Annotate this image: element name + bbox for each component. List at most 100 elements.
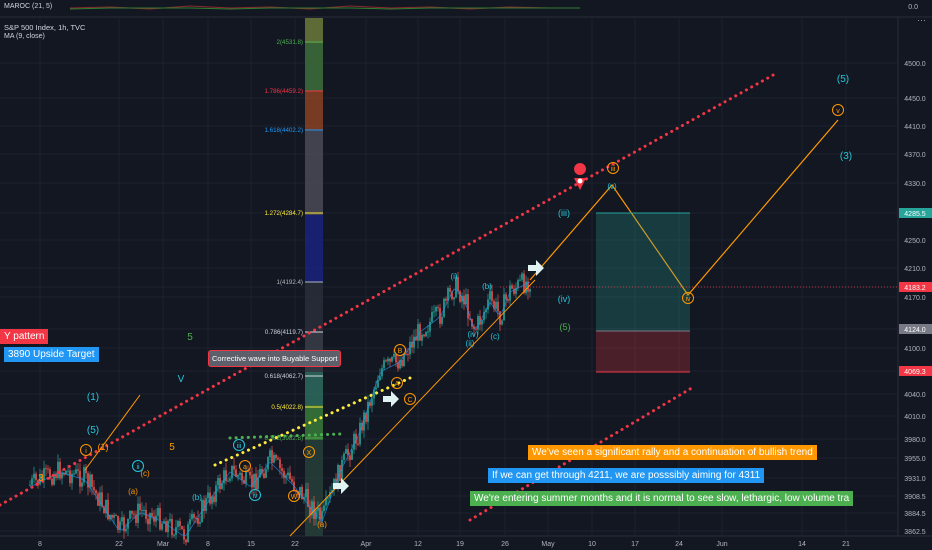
wave-1-paren-orange: (1)	[98, 442, 109, 452]
candle-body	[169, 518, 171, 521]
candle-body	[141, 509, 143, 511]
wave-i-circ: i	[85, 448, 87, 455]
time-tick: 21	[842, 541, 850, 548]
wave-3-top: (3)	[840, 151, 852, 162]
time-tick: 15	[247, 541, 255, 548]
wave-b-circ: B	[398, 348, 403, 355]
candle-body	[267, 457, 269, 470]
candle-body	[459, 291, 461, 302]
rally-note[interactable]: We've seen a significant rally and a con…	[528, 445, 817, 460]
candle-body	[391, 356, 393, 362]
indicator-title: MAROC (21, 5)	[4, 3, 53, 10]
candle-body	[183, 529, 185, 540]
price-tick: 4500.0	[904, 61, 926, 68]
y-pattern-label[interactable]: Y pattern	[0, 329, 49, 344]
candle-body	[153, 516, 155, 522]
candle-body	[159, 507, 161, 530]
candle-body	[35, 473, 37, 481]
candle-body	[213, 496, 215, 502]
candle-body	[59, 461, 61, 479]
stop-zone	[596, 331, 690, 372]
candle-body	[453, 297, 455, 300]
candle-body	[131, 510, 133, 514]
candle-body	[349, 455, 351, 460]
price-tick: 4040.0	[904, 392, 926, 399]
candle-body	[507, 299, 509, 301]
candle-body	[423, 334, 425, 337]
price-tick: 3862.5	[904, 529, 926, 536]
candle-body	[77, 469, 79, 471]
candle-body	[407, 354, 409, 356]
candle-body	[445, 298, 447, 301]
candle-body	[371, 398, 373, 406]
candle-body	[177, 521, 179, 528]
price-tick: 3908.5	[904, 494, 926, 501]
time-tick: 10	[588, 541, 596, 548]
candle-body	[137, 503, 139, 523]
wave-ii-small: (ii)	[466, 339, 475, 348]
candle-body	[437, 307, 439, 309]
candle-body	[521, 273, 523, 280]
wave-a-circ2: A	[395, 381, 400, 388]
candle-body	[289, 472, 291, 480]
candle-body	[431, 312, 433, 322]
time-tick: 19	[456, 541, 464, 548]
price-tag: 4124.0	[904, 327, 926, 334]
time-tick: 14	[798, 541, 806, 548]
wave-b-paren: (b)	[192, 493, 202, 502]
price-tick: 3884.5	[904, 511, 926, 518]
candle-body	[387, 358, 389, 362]
candle-body	[343, 453, 345, 460]
candle-body	[433, 311, 435, 313]
corrective-wave-callout[interactable]: Corrective wave into Buyable Support	[208, 350, 342, 367]
wave-x-circ: X	[307, 450, 312, 457]
candle-body	[215, 485, 217, 502]
candle-body	[61, 472, 63, 479]
candle-body	[273, 454, 275, 463]
upside-target-label[interactable]: 3890 Upside Target	[4, 347, 99, 362]
wave-iii-blue: (iii)	[558, 208, 570, 218]
candle-body	[495, 301, 497, 309]
time-tick: 12	[414, 541, 422, 548]
candle-body	[157, 507, 159, 516]
candle-body	[225, 470, 227, 482]
price-chart[interactable]: 2(4531.8) 1.786(4459.2) 1.618(4402.2) 1.272…	[0, 0, 932, 550]
fib-label-5: 0.786(4119.7)	[265, 329, 303, 336]
candle-body	[375, 387, 377, 390]
candle-body	[143, 509, 145, 511]
candle-body	[447, 288, 449, 301]
candle-body	[491, 291, 493, 301]
candle-body	[385, 360, 387, 362]
candle-body	[341, 459, 343, 481]
wave-5-green: (5)	[560, 322, 571, 332]
summer-note[interactable]: We're entering summer months and it is n…	[470, 491, 854, 506]
price-tag: 4069.3	[904, 369, 926, 376]
candle-body	[253, 473, 255, 488]
candle-body	[197, 518, 199, 524]
candle-body	[279, 459, 281, 469]
price-tick: 3955.0	[904, 456, 926, 463]
wave-v-plain: V	[178, 374, 185, 385]
fib-band-0	[305, 18, 323, 43]
candle-body	[95, 490, 97, 494]
candle-body	[91, 474, 93, 487]
candle-body	[139, 503, 141, 510]
candle-body	[111, 514, 113, 518]
candle-body	[133, 513, 135, 515]
candle-body	[89, 474, 91, 488]
candle-body	[379, 376, 381, 381]
candle-body	[353, 433, 355, 450]
candle-body	[233, 465, 235, 470]
candle-body	[425, 332, 427, 337]
breakout-note[interactable]: If we can get through 4211, we are posss…	[488, 468, 765, 483]
wave-iv-blue: (iv)	[558, 294, 571, 304]
wave-w-circ: W	[291, 494, 298, 501]
more-menu-icon[interactable]: ⋯	[917, 15, 926, 26]
time-tick: 22	[291, 541, 299, 548]
arrow-right-icon-shape	[383, 391, 399, 407]
target-zone	[596, 213, 690, 331]
candle-body	[191, 513, 193, 520]
candle-body	[75, 469, 77, 474]
candle-body	[179, 521, 181, 527]
wave-b-small: (b)	[482, 282, 492, 291]
